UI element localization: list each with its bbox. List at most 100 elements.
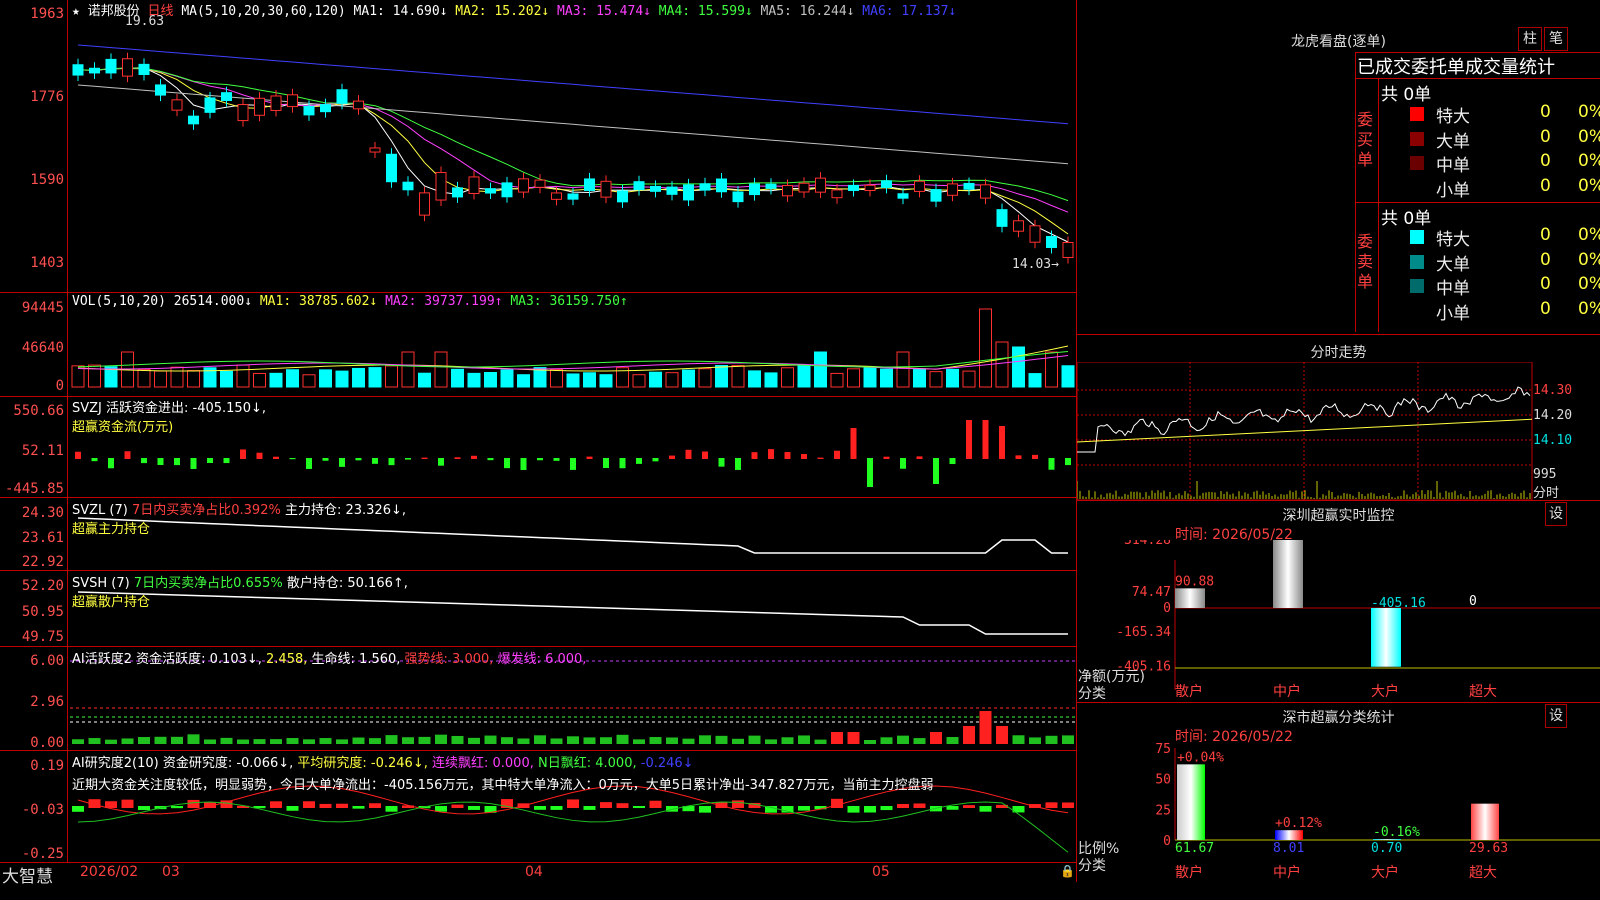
activity-bar: [336, 739, 348, 744]
y-label: 1776: [30, 89, 64, 105]
bar-mode-button[interactable]: 柱: [1518, 27, 1542, 51]
candle: [171, 99, 183, 111]
volume-bar: [500, 369, 514, 388]
volume-bar: [715, 365, 728, 388]
candle: [650, 185, 661, 192]
activity-bar: [649, 737, 662, 744]
divider: [1378, 78, 1379, 332]
fund-flow-bar: [867, 458, 873, 487]
sell-side-label: 委卖单: [1357, 232, 1374, 291]
research-avg-line: [77, 801, 1069, 853]
candle: [1046, 236, 1057, 248]
volume-bar: [550, 368, 563, 388]
candle: [930, 189, 942, 202]
category-label: 超大: [1469, 865, 1497, 881]
fund-flow-bar: [966, 420, 972, 459]
volume-bar: [368, 367, 382, 388]
svzj-info: SVZJ 活跃资金进出: -405.150↓, 超赢资金流(万元): [72, 397, 266, 435]
volume-bar: [913, 368, 926, 388]
order-pct: 0%: [1578, 298, 1600, 319]
candle: [419, 192, 430, 216]
ai-active-life: 生命线: 1.560,: [311, 652, 401, 667]
candle: [996, 209, 1008, 227]
order-pct: 0%: [1578, 126, 1600, 147]
fund-flow-bar: [174, 458, 180, 466]
research-bar: [171, 806, 183, 809]
order-label: 中单: [1436, 156, 1470, 176]
research-bar: [369, 803, 381, 808]
research-bar: [847, 806, 860, 813]
category-label: 超大: [1469, 684, 1497, 700]
candle: [666, 186, 678, 195]
y-label: 52.11: [21, 443, 64, 459]
fund-flow-bar: [1048, 458, 1055, 470]
pen-mode-button[interactable]: 笔: [1544, 27, 1568, 51]
low-price-marker: 14.03→: [1012, 257, 1059, 272]
fund-flow-bar: [405, 458, 411, 460]
candle: [270, 95, 282, 111]
fund-flow-bar: [718, 458, 725, 467]
research-bar: [880, 806, 893, 811]
y-label: -0.25: [21, 846, 64, 862]
activity-bar: [996, 726, 1008, 744]
fund-flow-bar: [751, 452, 758, 459]
lock-icon[interactable]: 🔒: [1060, 864, 1075, 878]
ai-active-header: AI活跃度2 资金活跃度: 0.103↓,: [72, 652, 262, 667]
research-bar: [451, 804, 464, 808]
divider: [1355, 202, 1600, 203]
candle: [237, 104, 249, 122]
activity-bar: [864, 739, 876, 744]
candle: [287, 94, 298, 108]
activity-bar: [798, 735, 810, 744]
order-count: 0: [1540, 274, 1551, 294]
y-label: 0.00: [30, 735, 64, 751]
panel-divider: [0, 570, 1076, 571]
cls-unit2: 分类: [1078, 858, 1106, 874]
fund-flow-bar: [834, 450, 840, 459]
activity-bar: [616, 734, 629, 744]
activity-bar: [666, 737, 678, 744]
volume-bar: [880, 368, 893, 388]
activity-bar: [105, 739, 117, 744]
fund-flow-bar: [537, 458, 543, 461]
fund-flow-bar: [982, 420, 989, 459]
candle: [221, 92, 232, 101]
y-label: 2.96: [30, 694, 64, 710]
y-label: 0.19: [30, 758, 64, 774]
y-label: 550.66: [13, 403, 64, 419]
order-row: 中单 0 0%: [1410, 274, 1600, 299]
order-pct: 0%: [1578, 102, 1600, 122]
favorite-star-icon[interactable]: ★: [72, 4, 80, 19]
stat-title: 已成交委托单成交量统计: [1357, 57, 1555, 78]
category-label: 中户: [1273, 864, 1301, 881]
order-label: 大单: [1436, 131, 1470, 152]
research-bar: [187, 799, 200, 808]
activity-bar: [88, 738, 101, 744]
cls-settings-button[interactable]: 设: [1545, 704, 1567, 728]
ma6-label: MA6: 17.137↓: [862, 4, 957, 19]
candle: [72, 64, 84, 76]
fund-flow-bar: [619, 458, 626, 469]
ai-research-header: AI研究度2(10) 资金研究度: -0.066↓,: [72, 756, 294, 771]
activity-bar: [187, 734, 200, 744]
research-bar: [105, 801, 117, 808]
candle: [386, 153, 397, 183]
order-pct: 0%: [1578, 175, 1600, 196]
volume-bar: [847, 368, 860, 388]
order-row: 特大 0 0%: [1410, 225, 1600, 250]
volume-bar: [1028, 373, 1042, 388]
candle: [567, 193, 579, 200]
candle: [1062, 241, 1074, 259]
volume-bar: [434, 351, 448, 388]
fund-flow-bar: [553, 458, 560, 461]
order-count: 0: [1540, 225, 1551, 245]
activity-bar: [1062, 735, 1074, 744]
sz-settings-button[interactable]: 设: [1545, 502, 1567, 526]
minute-vol-label: 995: [1533, 467, 1557, 482]
minute-chart-svg[interactable]: [1077, 362, 1600, 502]
candle: [815, 177, 826, 193]
research-bar: [138, 806, 150, 811]
cls-value: 29.63: [1469, 841, 1508, 856]
fund-flow-bar: [636, 458, 642, 464]
panel-divider: [0, 292, 1076, 293]
